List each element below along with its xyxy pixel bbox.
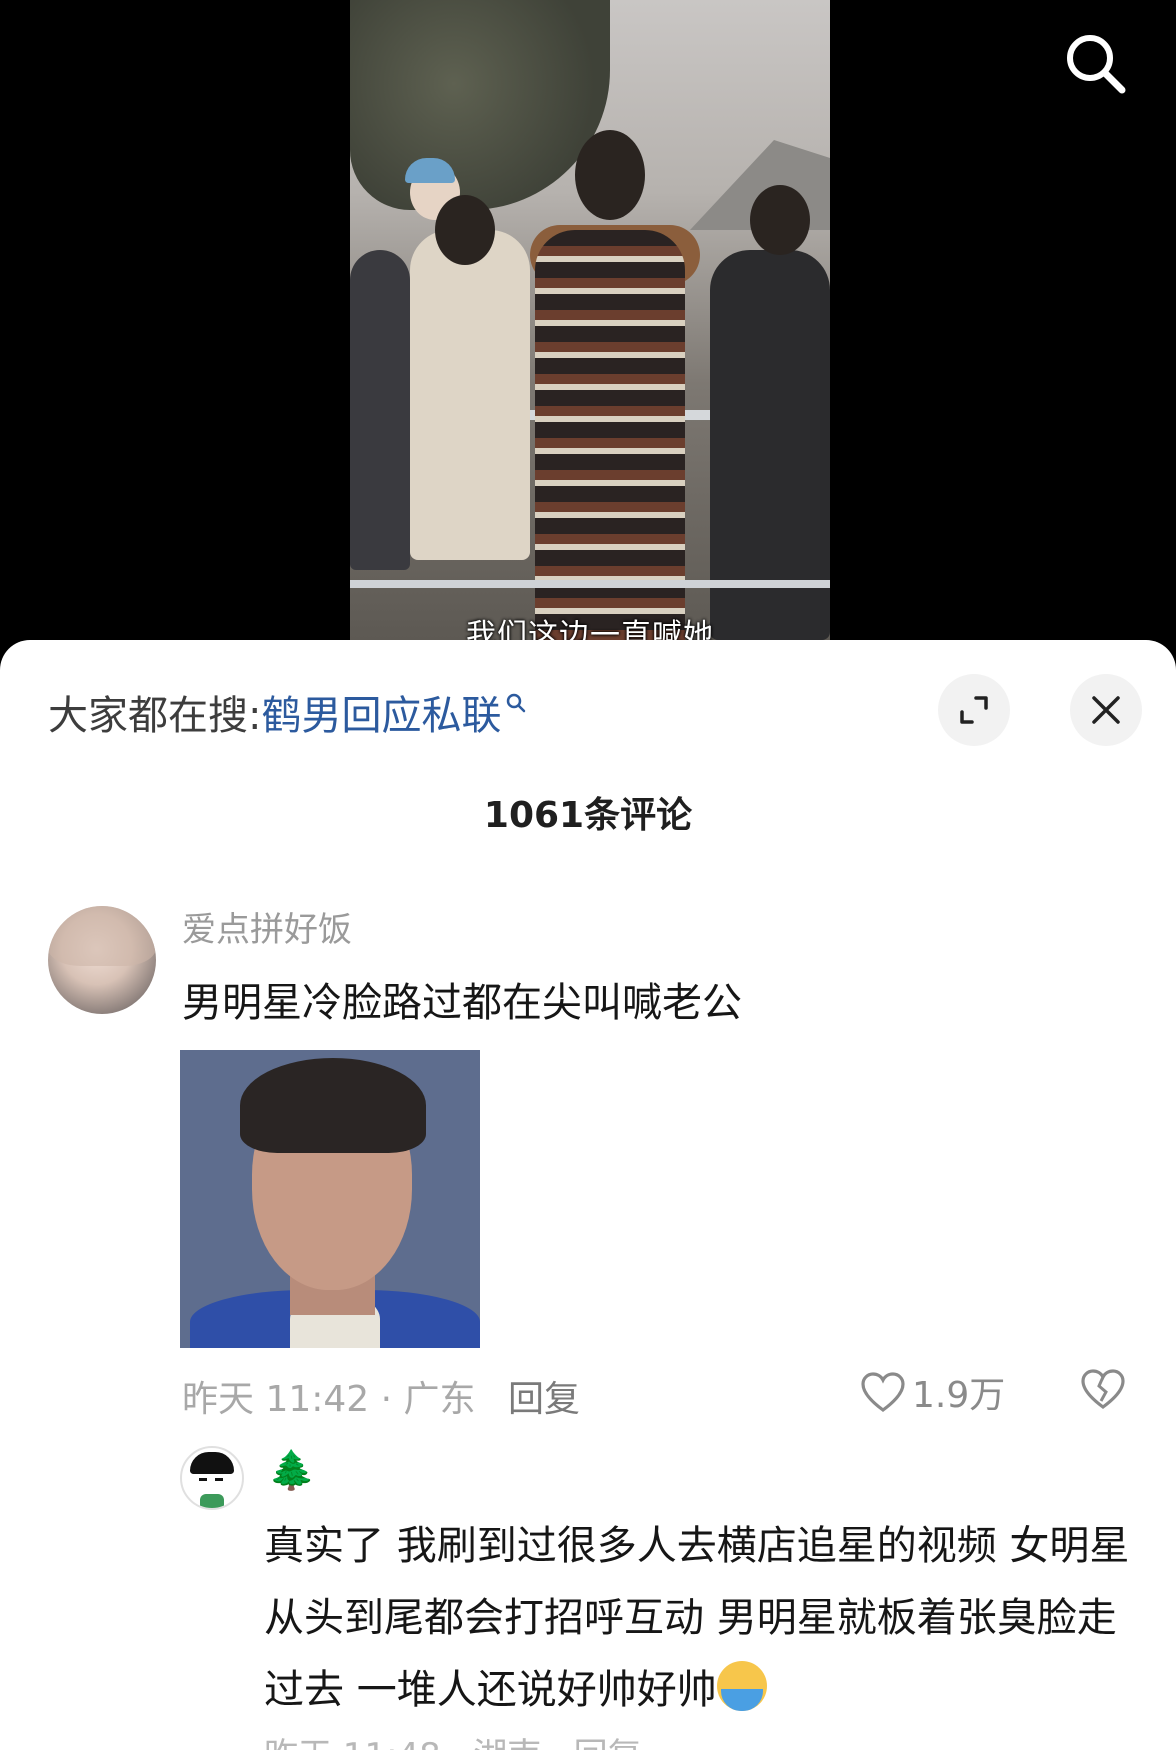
video-subtitle: 我们这边一直喊她 [466,618,714,640]
video-scene-railing [350,580,830,588]
video-player[interactable]: 我们这边一直喊她 [0,0,1176,660]
heart-icon [861,1372,905,1412]
crying-emoji-icon [716,1661,767,1711]
avatar-body [200,1494,224,1508]
like-button[interactable]: 1.9万 [860,1366,1005,1418]
comment-count: 1061条评论 [483,795,693,836]
avatar-image [48,906,156,966]
reply-button[interactable]: 回复 [508,1370,580,1422]
broken-heart-icon [1081,1369,1125,1409]
video-scene-head [435,195,495,265]
search-icon [1067,35,1126,94]
video-frame[interactable]: 我们这边一直喊她 [350,0,830,640]
comment-text: 男明星冷脸路过都在尖叫喊老公 [182,980,742,1026]
video-scene-person-center [535,230,685,640]
comment-meta-text: 昨天 11:48 · 湖南 [264,1736,541,1750]
avatar[interactable] [180,1446,244,1510]
photo-hair [240,1058,426,1153]
close-button[interactable] [1070,674,1142,746]
video-scene-head [750,185,810,255]
avatar[interactable] [48,906,156,1014]
like-count: 1.9万 [912,1375,1006,1416]
comment-meta: 昨天 11:42 · 广东 [182,1379,476,1420]
search-icon [507,693,526,713]
trending-search-suggestion[interactable]: 大家都在搜: 鹤男回应私联 [48,682,527,742]
expand-icon [960,696,988,724]
trending-search-prefix: 大家都在搜: [48,693,262,739]
dislike-button[interactable] [1080,1368,1126,1414]
search-button[interactable] [1060,28,1130,98]
comment-username[interactable]: 🌲 [268,1448,315,1493]
video-scene-person [410,230,530,560]
expand-button[interactable] [938,674,1010,746]
comment-meta: 昨天 11:48 · 湖南 回复 [264,1728,642,1750]
comment-image[interactable] [180,1050,480,1348]
video-scene-tree [350,0,610,210]
avatar-hair [190,1452,234,1474]
comment-text: 真实了 我刷到过很多人去横店追星的视频 女明星从头到尾都会打招呼互动 男明星就板… [264,1510,1144,1726]
avatar-eye [199,1478,207,1481]
trending-search-term[interactable]: 鹤男回应私联 [261,683,501,741]
comments-sheet: 大家都在搜: 鹤男回应私联 1061条评论 爱点拼好饭 男明星冷脸路过都在尖叫喊… [0,640,1176,1750]
avatar-eye [215,1478,223,1481]
comment-text-content: 真实了 我刷到过很多人去横店追星的视频 女明星从头到尾都会打招呼互动 男明星就板… [264,1523,1130,1713]
video-scene-head [575,130,645,220]
video-scene-person [350,250,410,570]
close-icon [1092,696,1120,724]
comment-username[interactable]: 爱点拼好饭 [182,902,352,951]
reply-button[interactable]: 回复 [574,1736,642,1750]
